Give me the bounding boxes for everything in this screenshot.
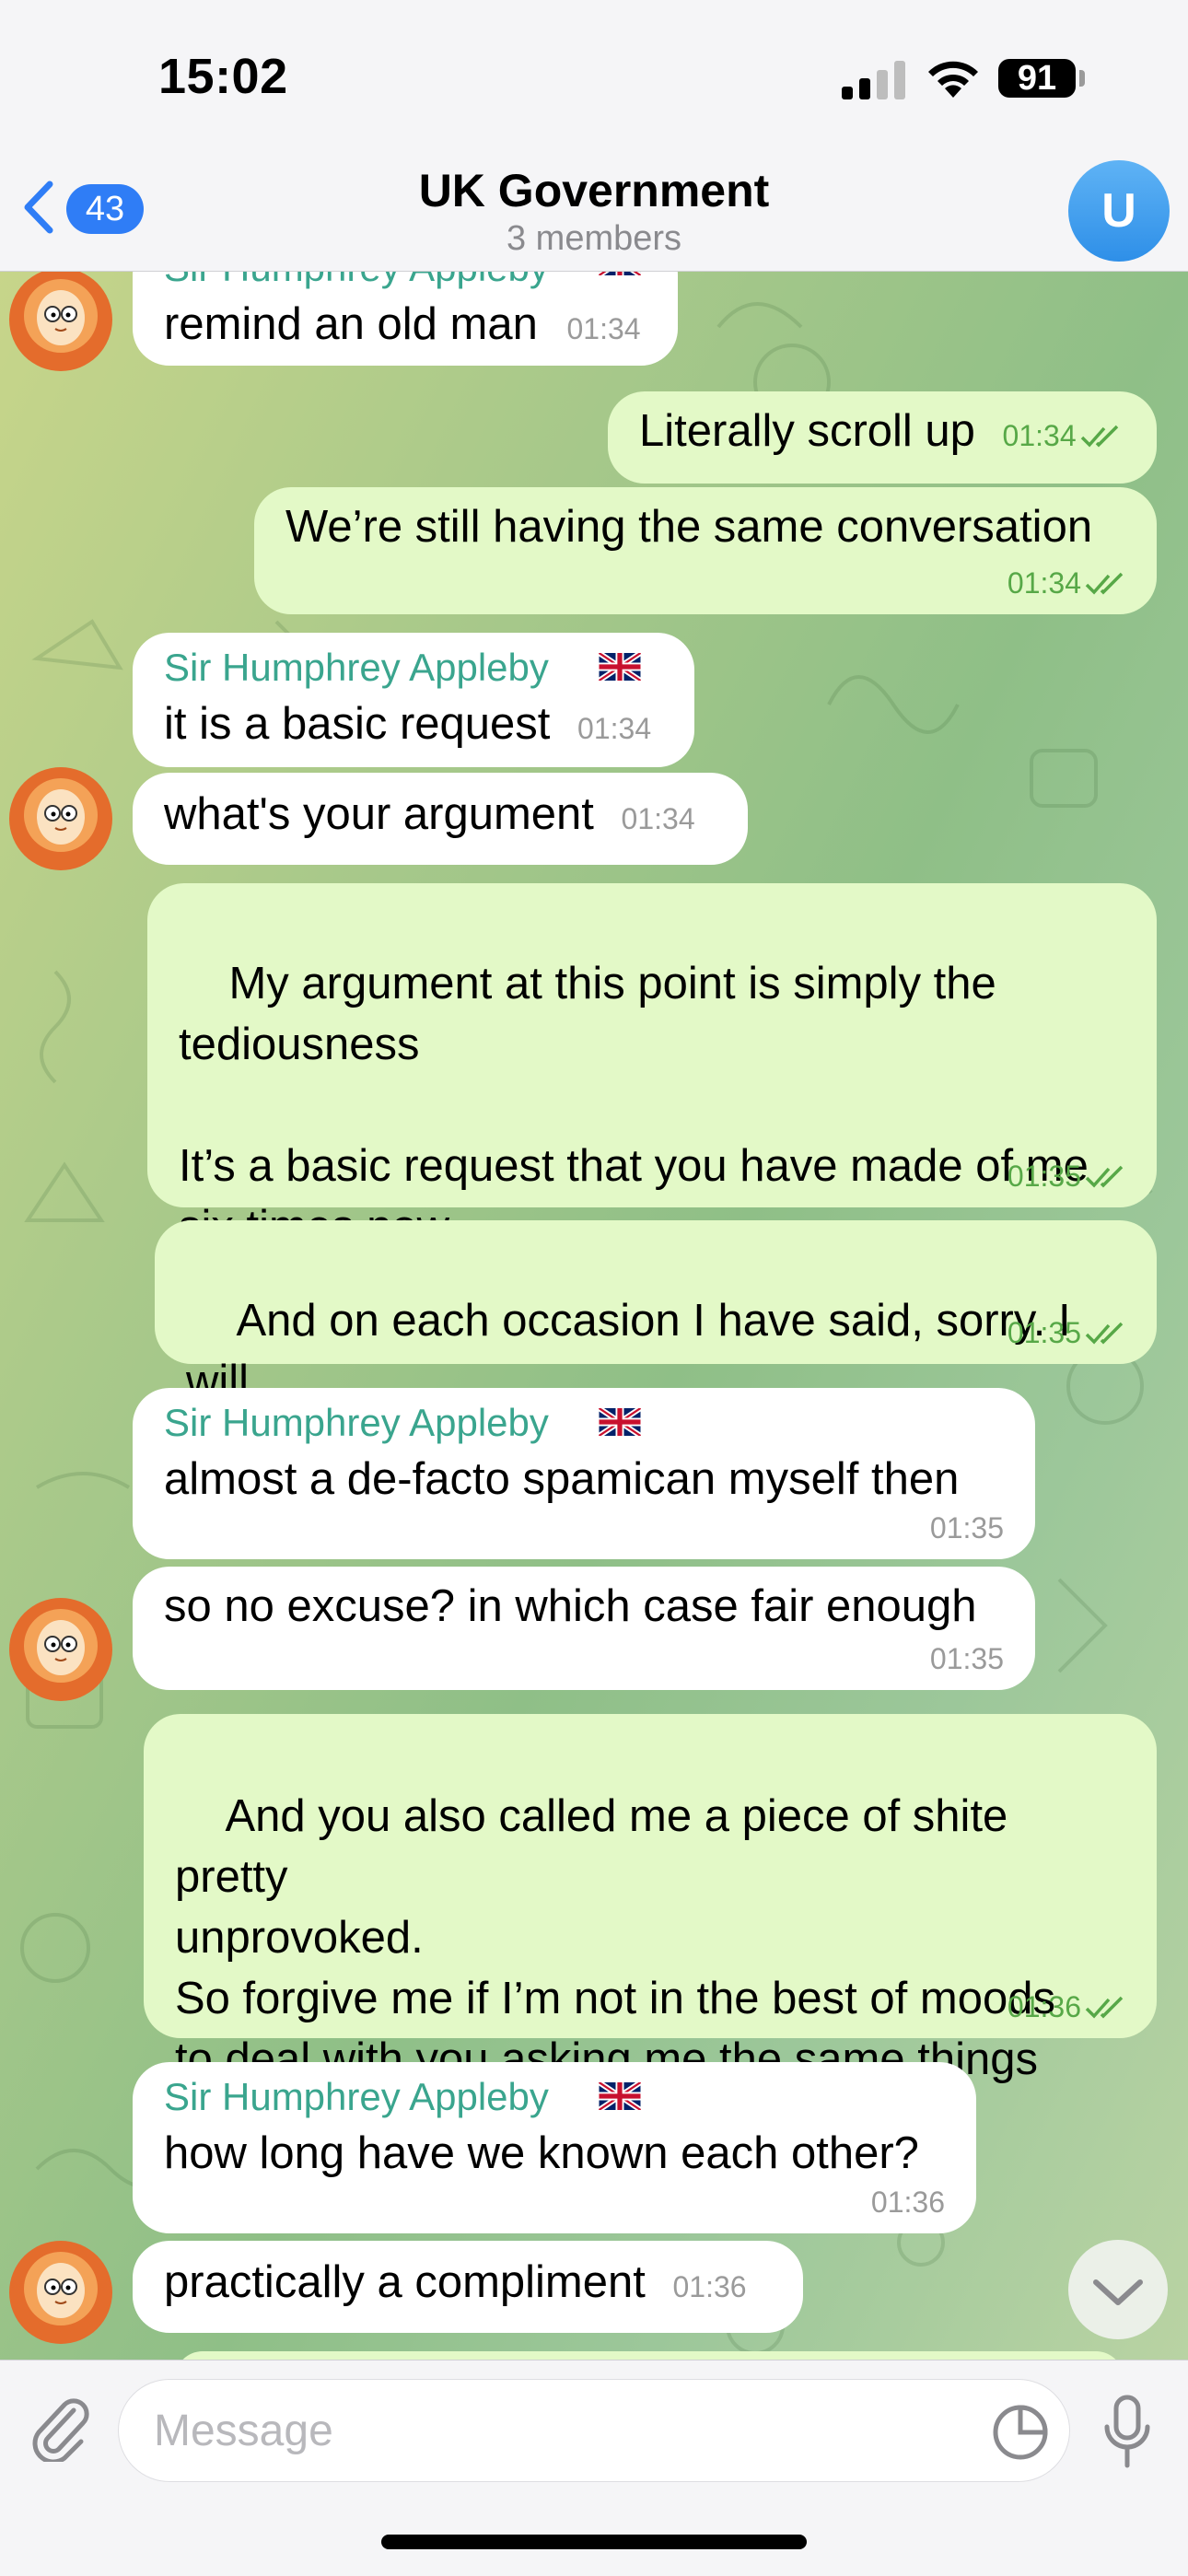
message-input[interactable]: Message — [118, 2379, 1070, 2482]
message-bubble-incoming[interactable]: Sir Humphrey Appleby it is a basic reque… — [133, 633, 694, 767]
read-ticks-icon — [1085, 1165, 1124, 1188]
message-sender[interactable]: Sir Humphrey Appleby — [164, 2071, 945, 2123]
microphone-icon[interactable] — [1100, 2394, 1155, 2471]
message-time: 01:34 — [566, 312, 641, 345]
message-time: 01:35 — [1007, 1160, 1081, 1193]
message-time: 01:34 — [621, 802, 695, 835]
cellular-signal-icon — [842, 61, 905, 99]
message-text: We’re still having the same conversation — [285, 502, 1093, 552]
read-ticks-icon — [1085, 572, 1124, 595]
chat-title[interactable]: UK Government — [0, 164, 1188, 217]
message-text: remind an old man — [164, 299, 538, 349]
read-ticks-icon — [1080, 425, 1118, 448]
message-text: practically a compliment — [164, 2257, 646, 2307]
read-ticks-icon — [1085, 1322, 1124, 1345]
message-bubble-outgoing[interactable]: We’re still having the same conversation… — [254, 487, 1157, 614]
message-time: 01:36 — [870, 2186, 945, 2219]
message-sender[interactable]: Sir Humphrey Appleby — [164, 642, 663, 694]
message-bubble-incoming[interactable]: Sir Humphrey Appleby remind an old man 0… — [133, 272, 678, 366]
message-bubble-outgoing-partial — [175, 2351, 1124, 2360]
status-time: 15:02 — [158, 49, 288, 104]
message-bubble-outgoing[interactable]: And on each occasion I have said, sorry.… — [155, 1220, 1157, 1467]
uk-flag-icon — [599, 272, 641, 275]
chat-member-count: 3 members — [506, 219, 682, 258]
message-text: Literally scroll up — [639, 406, 975, 456]
uk-flag-icon — [599, 653, 641, 681]
paperclip-icon[interactable] — [28, 2392, 92, 2462]
scroll-to-bottom-button[interactable] — [1068, 2240, 1168, 2339]
message-sender[interactable]: Sir Humphrey Appleby — [164, 1397, 1004, 1449]
message-bubble-outgoing[interactable]: Literally scroll up 01:34 — [608, 391, 1157, 484]
message-text: what's your argument — [164, 789, 594, 839]
home-indicator — [381, 2535, 807, 2549]
battery-cap — [1079, 70, 1085, 87]
uk-flag-icon — [599, 1408, 641, 1436]
wifi-icon — [928, 61, 978, 98]
message-time: 01:36 — [672, 2270, 747, 2303]
message-bubble-incoming[interactable]: what's your argument 01:34 — [133, 773, 748, 865]
message-list[interactable]: Sir Humphrey Appleby remind an old man 0… — [0, 272, 1188, 2360]
group-avatar[interactable]: U — [1068, 160, 1170, 262]
chevron-down-icon — [1093, 2279, 1143, 2305]
sender-avatar[interactable] — [9, 272, 112, 371]
message-time: 01:34 — [1002, 419, 1077, 452]
message-text: so no excuse? in which case fair enough — [164, 1581, 977, 1631]
message-time: 01:35 — [929, 1642, 1004, 1675]
message-bubble-incoming[interactable]: practically a compliment 01:36 — [133, 2241, 803, 2333]
message-bubble-incoming[interactable]: Sir Humphrey Appleby how long have we kn… — [133, 2062, 976, 2233]
message-time: 01:34 — [577, 712, 652, 745]
uk-flag-icon — [599, 2082, 641, 2110]
battery-indicator: 91 — [998, 59, 1076, 98]
message-time: 01:35 — [929, 1511, 1004, 1544]
message-time: 01:34 — [1007, 566, 1081, 600]
sender-avatar[interactable] — [9, 2241, 112, 2344]
sender-avatar[interactable] — [9, 1598, 112, 1701]
message-bubble-incoming[interactable]: so no excuse? in which case fair enough … — [133, 1567, 1035, 1690]
message-text: how long have we known each other? — [164, 2128, 919, 2178]
sticker-icon[interactable] — [991, 2403, 1050, 2462]
read-ticks-icon — [1085, 1996, 1124, 2019]
sender-avatar[interactable] — [9, 767, 112, 870]
message-text: it is a basic request — [164, 699, 551, 749]
message-bubble-outgoing[interactable]: My argument at this point is simply the … — [147, 883, 1157, 1252]
chat-header: 43 UK Government 3 members U — [0, 157, 1188, 272]
message-bubble-outgoing[interactable]: And you also called me a piece of shite … — [144, 1714, 1157, 2145]
message-time: 01:36 — [1007, 1990, 1081, 2023]
message-sender[interactable]: Sir Humphrey Appleby — [164, 272, 646, 294]
message-bubble-incoming[interactable]: Sir Humphrey Appleby almost a de-facto s… — [133, 1388, 1035, 1559]
message-time: 01:35 — [1007, 1316, 1081, 1349]
message-text: almost a de-facto spamican myself then — [164, 1454, 960, 1504]
status-bar: 15:02 91 — [0, 0, 1188, 157]
